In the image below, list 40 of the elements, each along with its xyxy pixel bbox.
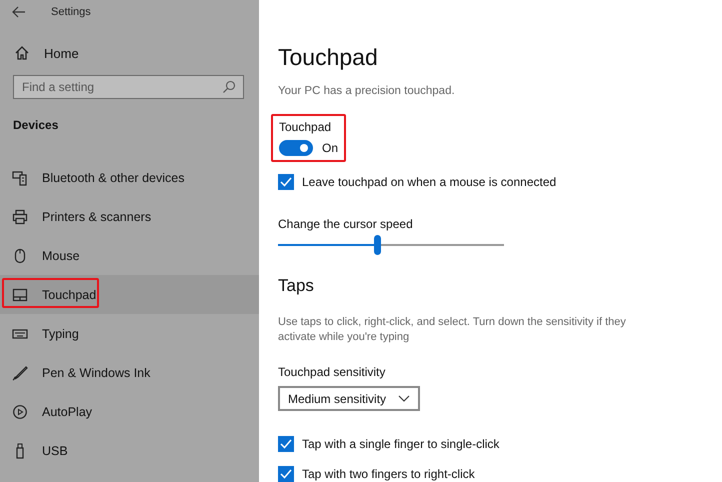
touchpad-icon [12,286,28,302]
cursor-speed-slider[interactable] [278,235,504,255]
sidebar-item[interactable]: Typing [0,314,259,353]
checkbox[interactable] [278,436,294,452]
toggle-switch[interactable] [279,140,313,156]
dropdown-label: Touchpad sensitivity [278,365,386,379]
mouse-icon [12,248,28,264]
checkbox-label: Leave touchpad on when a mouse is connected [302,175,556,189]
sidebar-item[interactable]: AutoPlay [0,392,259,431]
chevron-down-icon [398,395,410,402]
slider-label: Change the cursor speed [278,217,413,231]
sensitivity-dropdown[interactable]: Medium sensitivity [278,386,420,411]
printer-icon [12,208,28,224]
back-arrow-icon[interactable] [12,6,26,18]
play-circle-icon [12,404,28,420]
search-icon [222,80,236,94]
subtitle-text: Your PC has a precision touchpad. [278,85,456,97]
sidebar-item[interactable]: Touchpad [0,275,259,314]
checkbox-label: Tap with two fingers to right-click [302,467,475,481]
house-icon [14,45,30,61]
checkbox[interactable] [278,466,294,482]
description-text: Use taps to click, right-click, and select. Turn down the sensitivity if they activate while you're typing [278,315,627,345]
section-heading: Devices [13,118,58,132]
window-title: Settings [51,6,91,18]
toggle-label: Touchpad [279,120,332,134]
toggle-state-text: On [322,141,338,155]
search-field[interactable]: Find a setting [13,75,244,99]
slider-thumb[interactable] [374,235,382,255]
sidebar-item[interactable]: Pen & Windows Ink [0,353,259,392]
home-link[interactable]: Home [14,45,79,61]
sidebar-item[interactable]: USB [0,431,259,470]
pen-icon [12,364,28,380]
checkbox[interactable] [278,174,294,190]
checkbox-label: Tap with a single finger to single-click [302,437,500,451]
devices-icon [12,170,28,186]
sidebar-item[interactable]: Printers & scanners [0,197,259,236]
sidebar-item[interactable]: Mouse [0,236,259,275]
section-heading: Taps [278,276,314,296]
page-title: Touchpad [278,44,379,71]
sidebar-item[interactable]: Bluetooth & other devices [0,158,259,197]
